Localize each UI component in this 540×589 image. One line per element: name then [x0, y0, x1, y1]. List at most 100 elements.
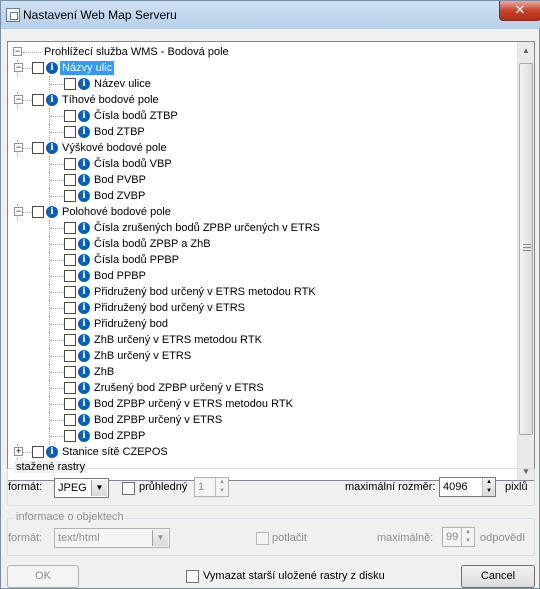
layer-label[interactable]: Bod ZPBP určený v ETRS metodou RTK: [94, 397, 293, 411]
layer-checkbox[interactable]: [64, 350, 76, 362]
layer-label[interactable]: Bod ZPBP určený v ETRS: [94, 413, 222, 427]
ok-button[interactable]: OK: [7, 565, 79, 588]
layer-label[interactable]: Čísla bodů ZTBP: [94, 109, 178, 123]
layer-checkbox[interactable]: [64, 286, 76, 298]
layer-label[interactable]: Čísla bodů PPBP: [94, 253, 179, 267]
layer-label[interactable]: Bod ZTBP: [94, 125, 145, 139]
layer-label[interactable]: Bod PVBP: [94, 173, 146, 187]
tree-root[interactable]: − Prohlížecí služba WMS - Bodová pole: [8, 44, 508, 60]
layer-label[interactable]: ZhB určený v ETRS metodou RTK: [94, 333, 262, 347]
layer-checkbox[interactable]: [64, 190, 76, 202]
layer-label[interactable]: Názvy ulic: [60, 61, 115, 75]
tree-layer-row[interactable]: i ZhB: [8, 364, 508, 380]
scroll-thumb[interactable]: [519, 63, 533, 435]
tree-layer-row[interactable]: i Název ulice: [8, 76, 508, 92]
root-expander-icon[interactable]: −: [13, 47, 22, 56]
layer-label[interactable]: Čísla bodů ZPBP a ZhB: [94, 237, 211, 251]
layer-checkbox[interactable]: [64, 174, 76, 186]
layer-checkbox[interactable]: [64, 158, 76, 170]
max-size-up-icon[interactable]: ▲: [483, 478, 495, 487]
tree-layer-row[interactable]: i Čísla bodů ZPBP a ZhB: [8, 236, 508, 252]
tree-layer-row[interactable]: i Čísla bodů PPBP: [8, 252, 508, 268]
close-button[interactable]: ✕: [499, 1, 540, 21]
layer-checkbox[interactable]: [64, 270, 76, 282]
chevron-down-icon[interactable]: ▼: [91, 480, 107, 496]
layer-tree[interactable]: − Prohlížecí služba WMS - Bodová pole − i…: [7, 41, 535, 481]
layer-checkbox[interactable]: [32, 62, 44, 74]
tree-scrollbar[interactable]: ▲ ▼: [517, 42, 534, 480]
layer-label[interactable]: Bod ZPBP: [94, 429, 145, 443]
tree-layer-row[interactable]: i ZhB určený v ETRS metodou RTK: [8, 332, 508, 348]
tree-layer-row[interactable]: i Bod PPBP: [8, 268, 508, 284]
tree-group-row[interactable]: − i Výškové bodové pole: [8, 140, 508, 156]
layer-label[interactable]: Čísla bodů VBP: [94, 157, 172, 171]
tree-layer-row[interactable]: i Bod ZPBP určený v ETRS: [8, 412, 508, 428]
tree-layer-row[interactable]: i Přidružený bod určený v ETRS: [8, 300, 508, 316]
layer-label[interactable]: Výškové bodové pole: [62, 141, 167, 155]
collapse-icon[interactable]: −: [14, 95, 23, 104]
tree-layer-row[interactable]: i Čísla bodů VBP: [8, 156, 508, 172]
title-bar[interactable]: Nastavení Web Map Serveru ✕: [1, 1, 540, 29]
suppress-checkbox[interactable]: [256, 532, 269, 545]
layer-label[interactable]: Název ulice: [94, 77, 151, 91]
objects-max-spinner[interactable]: 99 ▲ ▼: [442, 527, 475, 547]
layer-checkbox[interactable]: [64, 366, 76, 378]
transparent-checkbox[interactable]: [122, 482, 135, 495]
tree-group-row[interactable]: − i Polohové bodové pole: [8, 204, 508, 220]
layer-checkbox[interactable]: [64, 318, 76, 330]
layer-checkbox[interactable]: [64, 238, 76, 250]
layer-checkbox[interactable]: [32, 94, 44, 106]
layer-label[interactable]: Stanice sítě CZEPOS: [62, 445, 168, 459]
scroll-up-icon[interactable]: ▲: [518, 42, 534, 59]
layer-label[interactable]: ZhB: [94, 365, 114, 379]
layer-label[interactable]: Polohové bodové pole: [62, 205, 171, 219]
tree-layer-row[interactable]: i Bod ZPBP určený v ETRS metodou RTK: [8, 396, 508, 412]
layer-label[interactable]: ZhB určený v ETRS: [94, 349, 191, 363]
layer-checkbox[interactable]: [64, 110, 76, 122]
layer-label[interactable]: Zrušený bod ZPBP určený v ETRS: [94, 381, 264, 395]
tree-layer-row[interactable]: i Bod PVBP: [8, 172, 508, 188]
tree-group-row[interactable]: − i Názvy ulic: [8, 60, 508, 76]
tree-layer-row[interactable]: i Čísla zrušených bodů ZPBP určených v ET…: [8, 220, 508, 236]
objects-max-down-icon[interactable]: ▼: [462, 537, 474, 546]
layer-checkbox[interactable]: [64, 302, 76, 314]
tree-root-label[interactable]: Prohlížecí služba WMS - Bodová pole: [44, 45, 229, 59]
layer-label[interactable]: Přidružený bod: [94, 317, 168, 331]
collapse-icon[interactable]: −: [14, 143, 23, 152]
layer-label[interactable]: Přidružený bod určený v ETRS: [94, 301, 245, 315]
clear-cache-checkbox[interactable]: [186, 570, 199, 583]
layer-checkbox[interactable]: [32, 206, 44, 218]
spin-down-icon[interactable]: ▼: [216, 487, 228, 496]
layer-label[interactable]: Bod ZVBP: [94, 189, 145, 203]
transparent-spinner[interactable]: 1 ▲ ▼: [194, 477, 229, 497]
tree-layer-row[interactable]: i ZhB určený v ETRS: [8, 348, 508, 364]
tree-layer-row[interactable]: i Bod ZPBP: [8, 428, 508, 444]
spin-up-icon[interactable]: ▲: [216, 478, 228, 487]
tree-layer-row[interactable]: i Přidružený bod určený v ETRS metodou RT…: [8, 284, 508, 300]
max-size-down-icon[interactable]: ▼: [483, 487, 495, 496]
objects-format-select[interactable]: text/html ▼: [54, 528, 170, 548]
layer-label[interactable]: Čísla zrušených bodů ZPBP určených v ETR…: [94, 221, 320, 235]
layer-checkbox[interactable]: [64, 382, 76, 394]
expand-icon[interactable]: +: [14, 447, 23, 456]
chevron-down-icon[interactable]: ▼: [152, 530, 168, 546]
tree-layer-row[interactable]: i Bod ZVBP: [8, 188, 508, 204]
layer-label[interactable]: Přidružený bod určený v ETRS metodou RTK: [94, 285, 316, 299]
objects-max-up-icon[interactable]: ▲: [462, 528, 474, 537]
max-size-spinner[interactable]: 4096 ▲ ▼: [439, 477, 496, 497]
collapse-icon[interactable]: −: [14, 63, 23, 72]
tree-layer-row[interactable]: i Čísla bodů ZTBP: [8, 108, 508, 124]
layer-label[interactable]: Tíhové bodové pole: [62, 93, 159, 107]
tree-layer-row[interactable]: i Přidružený bod: [8, 316, 508, 332]
layer-checkbox[interactable]: [64, 222, 76, 234]
layer-checkbox[interactable]: [64, 78, 76, 90]
layer-checkbox[interactable]: [32, 142, 44, 154]
layer-checkbox[interactable]: [64, 254, 76, 266]
tree-layer-row[interactable]: i Bod ZTBP: [8, 124, 508, 140]
layer-checkbox[interactable]: [64, 430, 76, 442]
tree-layer-row[interactable]: i Zrušený bod ZPBP určený v ETRS: [8, 380, 508, 396]
layer-checkbox[interactable]: [64, 414, 76, 426]
layer-checkbox[interactable]: [32, 446, 44, 458]
layer-label[interactable]: Bod PPBP: [94, 269, 146, 283]
layer-checkbox[interactable]: [64, 126, 76, 138]
